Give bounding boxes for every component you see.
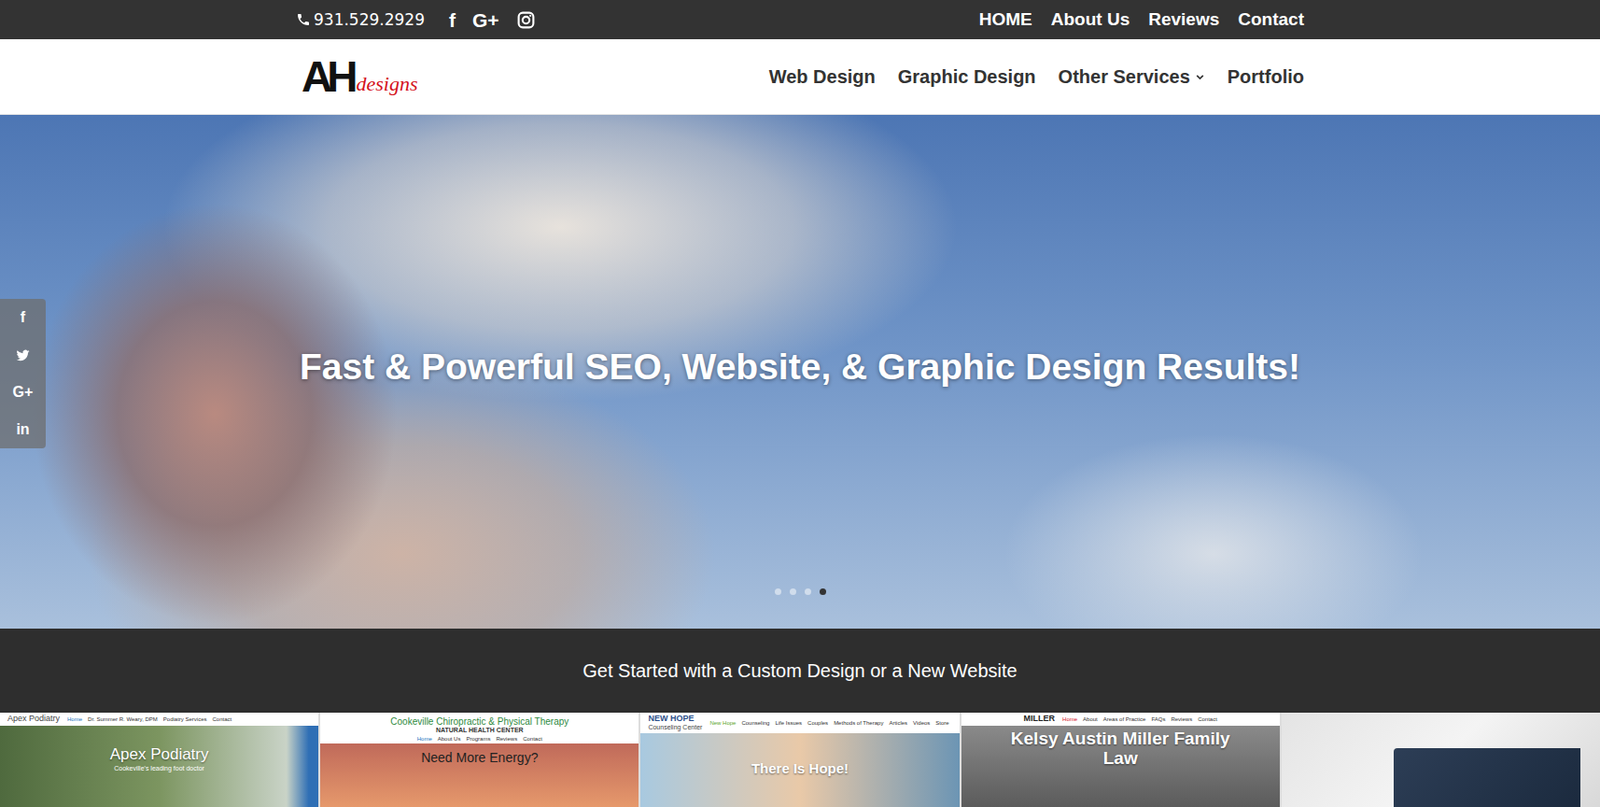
site-nav-item: Life Issues	[774, 719, 802, 726]
twitter-icon[interactable]	[14, 347, 31, 364]
portfolio-tile[interactable]	[1281, 712, 1600, 807]
social-icon[interactable]: G+	[472, 10, 500, 30]
portfolio-tile[interactable]: Cookeville Chiropractic & Physical Thera…	[320, 712, 639, 807]
phone-icon	[295, 12, 311, 28]
site-nav-item: About	[1082, 715, 1098, 722]
site-nav-item: Contact	[522, 735, 543, 742]
social-icon[interactable]: f	[449, 10, 456, 30]
top-nav-link[interactable]: Reviews	[1148, 9, 1220, 30]
portfolio-tile[interactable]: NEW HOPECounseling Center New Hope Counse…	[640, 712, 959, 807]
business-card	[1393, 747, 1581, 807]
page: 931.529.2929 f G+ HOME About Us Reviews Cont…	[0, 0, 1600, 807]
share-item[interactable]: G+	[0, 373, 46, 411]
site-nav-item: Home	[417, 735, 433, 742]
portfolio-tile[interactable]: MILLER Home About Areas of PracticeFAQs Rev…	[961, 712, 1280, 807]
site-nav-item: Podiatry Services	[163, 715, 208, 722]
site-nav-item: About Us	[437, 735, 462, 742]
site-nav-item: Areas of Practice	[1103, 715, 1147, 722]
site-nav-item: Methods of Therapy	[833, 719, 884, 726]
share-item[interactable]	[0, 336, 46, 374]
site-nav: New Hope Counseling Life Issues Couples Meth…	[709, 719, 949, 726]
site-nav-item: FAQs	[1150, 715, 1165, 722]
site-nav-item: Contact	[212, 715, 233, 722]
top-nav: HOME About Us Reviews Contact	[979, 9, 1305, 30]
slider-dots	[0, 588, 1600, 595]
top-nav-link[interactable]: About Us	[1051, 9, 1130, 30]
cta-band: Get Started with a Custom Design or a Ne…	[0, 628, 1600, 713]
share-item[interactable]: in	[0, 410, 46, 449]
site-logo: Cookeville Chiropractic & Physical Thera…	[390, 715, 569, 734]
site-header: NEW HOPECounseling Center New Hope Counse…	[640, 712, 959, 733]
site-nav-item: New Hope	[709, 719, 736, 726]
phone-number[interactable]: 931.529.2929	[295, 10, 425, 29]
site-headline: There Is Hope!	[751, 760, 849, 777]
slider-dot[interactable]	[804, 588, 812, 595]
site-hero: Kelsy Austin Miller Family Law	[961, 725, 1280, 807]
logo[interactable]: AH designs	[301, 55, 418, 99]
site-logo: Apex Podiatry	[7, 714, 60, 724]
nav-item[interactable]: Web Design	[769, 66, 876, 88]
site-header: MILLER Home About Areas of PracticeFAQs Rev…	[961, 712, 1280, 726]
site-nav-item: Counseling	[741, 719, 770, 726]
site-nav-item: Home	[67, 715, 83, 722]
site-header: Cookeville Chiropractic & Physical Thera…	[320, 712, 639, 744]
site-nav-item: Videos	[912, 719, 930, 726]
site-nav: Home Dr. Summer R. Weary, DPM Podiatry Ser…	[67, 715, 232, 722]
site-hero: There Is Hope!	[640, 732, 959, 807]
site-hero: Apex Podiatry Cookeville's leading foot …	[0, 725, 319, 807]
site-nav-item: Store	[935, 719, 949, 726]
portfolio-tile[interactable]: Apex Podiatry Home Dr. Summer R. Weary, D…	[0, 712, 319, 807]
nav-item[interactable]: Portfolio	[1227, 66, 1305, 88]
share-item[interactable]: f	[0, 298, 46, 337]
nav-item[interactable]: Other Services	[1058, 66, 1206, 88]
site-nav-item: Reviews	[495, 735, 518, 742]
site-hero: Need More Energy?	[320, 743, 639, 807]
site-header: Apex Podiatry Home Dr. Summer R. Weary, D…	[0, 712, 319, 726]
site-nav-item: Couples	[807, 719, 829, 726]
site-headline: Apex Podiatry	[110, 745, 210, 764]
site-nav-item: Home	[1062, 715, 1078, 722]
site-nav-item: Articles	[888, 719, 908, 726]
site-headline: Kelsy Austin Miller Family Law	[998, 729, 1243, 769]
top-nav-link[interactable]: Contact	[1237, 9, 1305, 30]
main-nav: Web Design Graphic Design Other Services…	[769, 66, 1305, 88]
social-icon[interactable]: G+	[13, 384, 34, 400]
social-icon[interactable]: in	[15, 421, 29, 437]
social-icon[interactable]: f	[20, 309, 26, 325]
site-logo: NEW HOPECounseling Center	[647, 714, 702, 731]
site-nav-item: Contact	[1197, 715, 1218, 722]
slider-dot[interactable]	[789, 588, 797, 595]
top-nav-link[interactable]: HOME	[979, 9, 1033, 30]
site-logo: MILLER	[1024, 714, 1056, 724]
slider-dot[interactable]	[774, 588, 782, 595]
site-nav-item: Dr. Summer R. Weary, DPM	[87, 715, 158, 722]
nav-item[interactable]: Graphic Design	[898, 66, 1037, 88]
social-links: f G+	[449, 10, 536, 30]
share-sidebar: f G+ in	[0, 298, 46, 449]
header: AH designs Web Design Graphic Design Oth…	[0, 39, 1600, 115]
chevron-down-icon	[1194, 71, 1206, 83]
site-nav: Home About Areas of PracticeFAQs Reviews Con…	[1062, 715, 1218, 722]
slider-dot[interactable]	[819, 588, 827, 595]
portfolio-strip: Apex Podiatry Home Dr. Summer R. Weary, D…	[0, 712, 1600, 807]
hero-title: Fast & Powerful SEO, Website, & Graphic …	[299, 346, 1301, 388]
site-nav-item: Programs	[465, 735, 491, 742]
instagram-icon[interactable]	[516, 10, 536, 30]
site-headline: Need More Energy?	[421, 750, 538, 765]
site-nav-item: Reviews	[1170, 715, 1193, 722]
site-subtitle: Cookeville's leading foot doctor	[113, 764, 205, 772]
top-bar: 931.529.2929 f G+ HOME About Us Reviews Cont…	[0, 0, 1600, 40]
hero-slider: f G+ in Fast & Powerful SEO, Website, & Gr…	[0, 114, 1600, 629]
cta-text[interactable]: Get Started with a Custom Design or a Ne…	[582, 659, 1017, 682]
site-nav: Home About UsPrograms Reviews Contact	[417, 735, 543, 742]
